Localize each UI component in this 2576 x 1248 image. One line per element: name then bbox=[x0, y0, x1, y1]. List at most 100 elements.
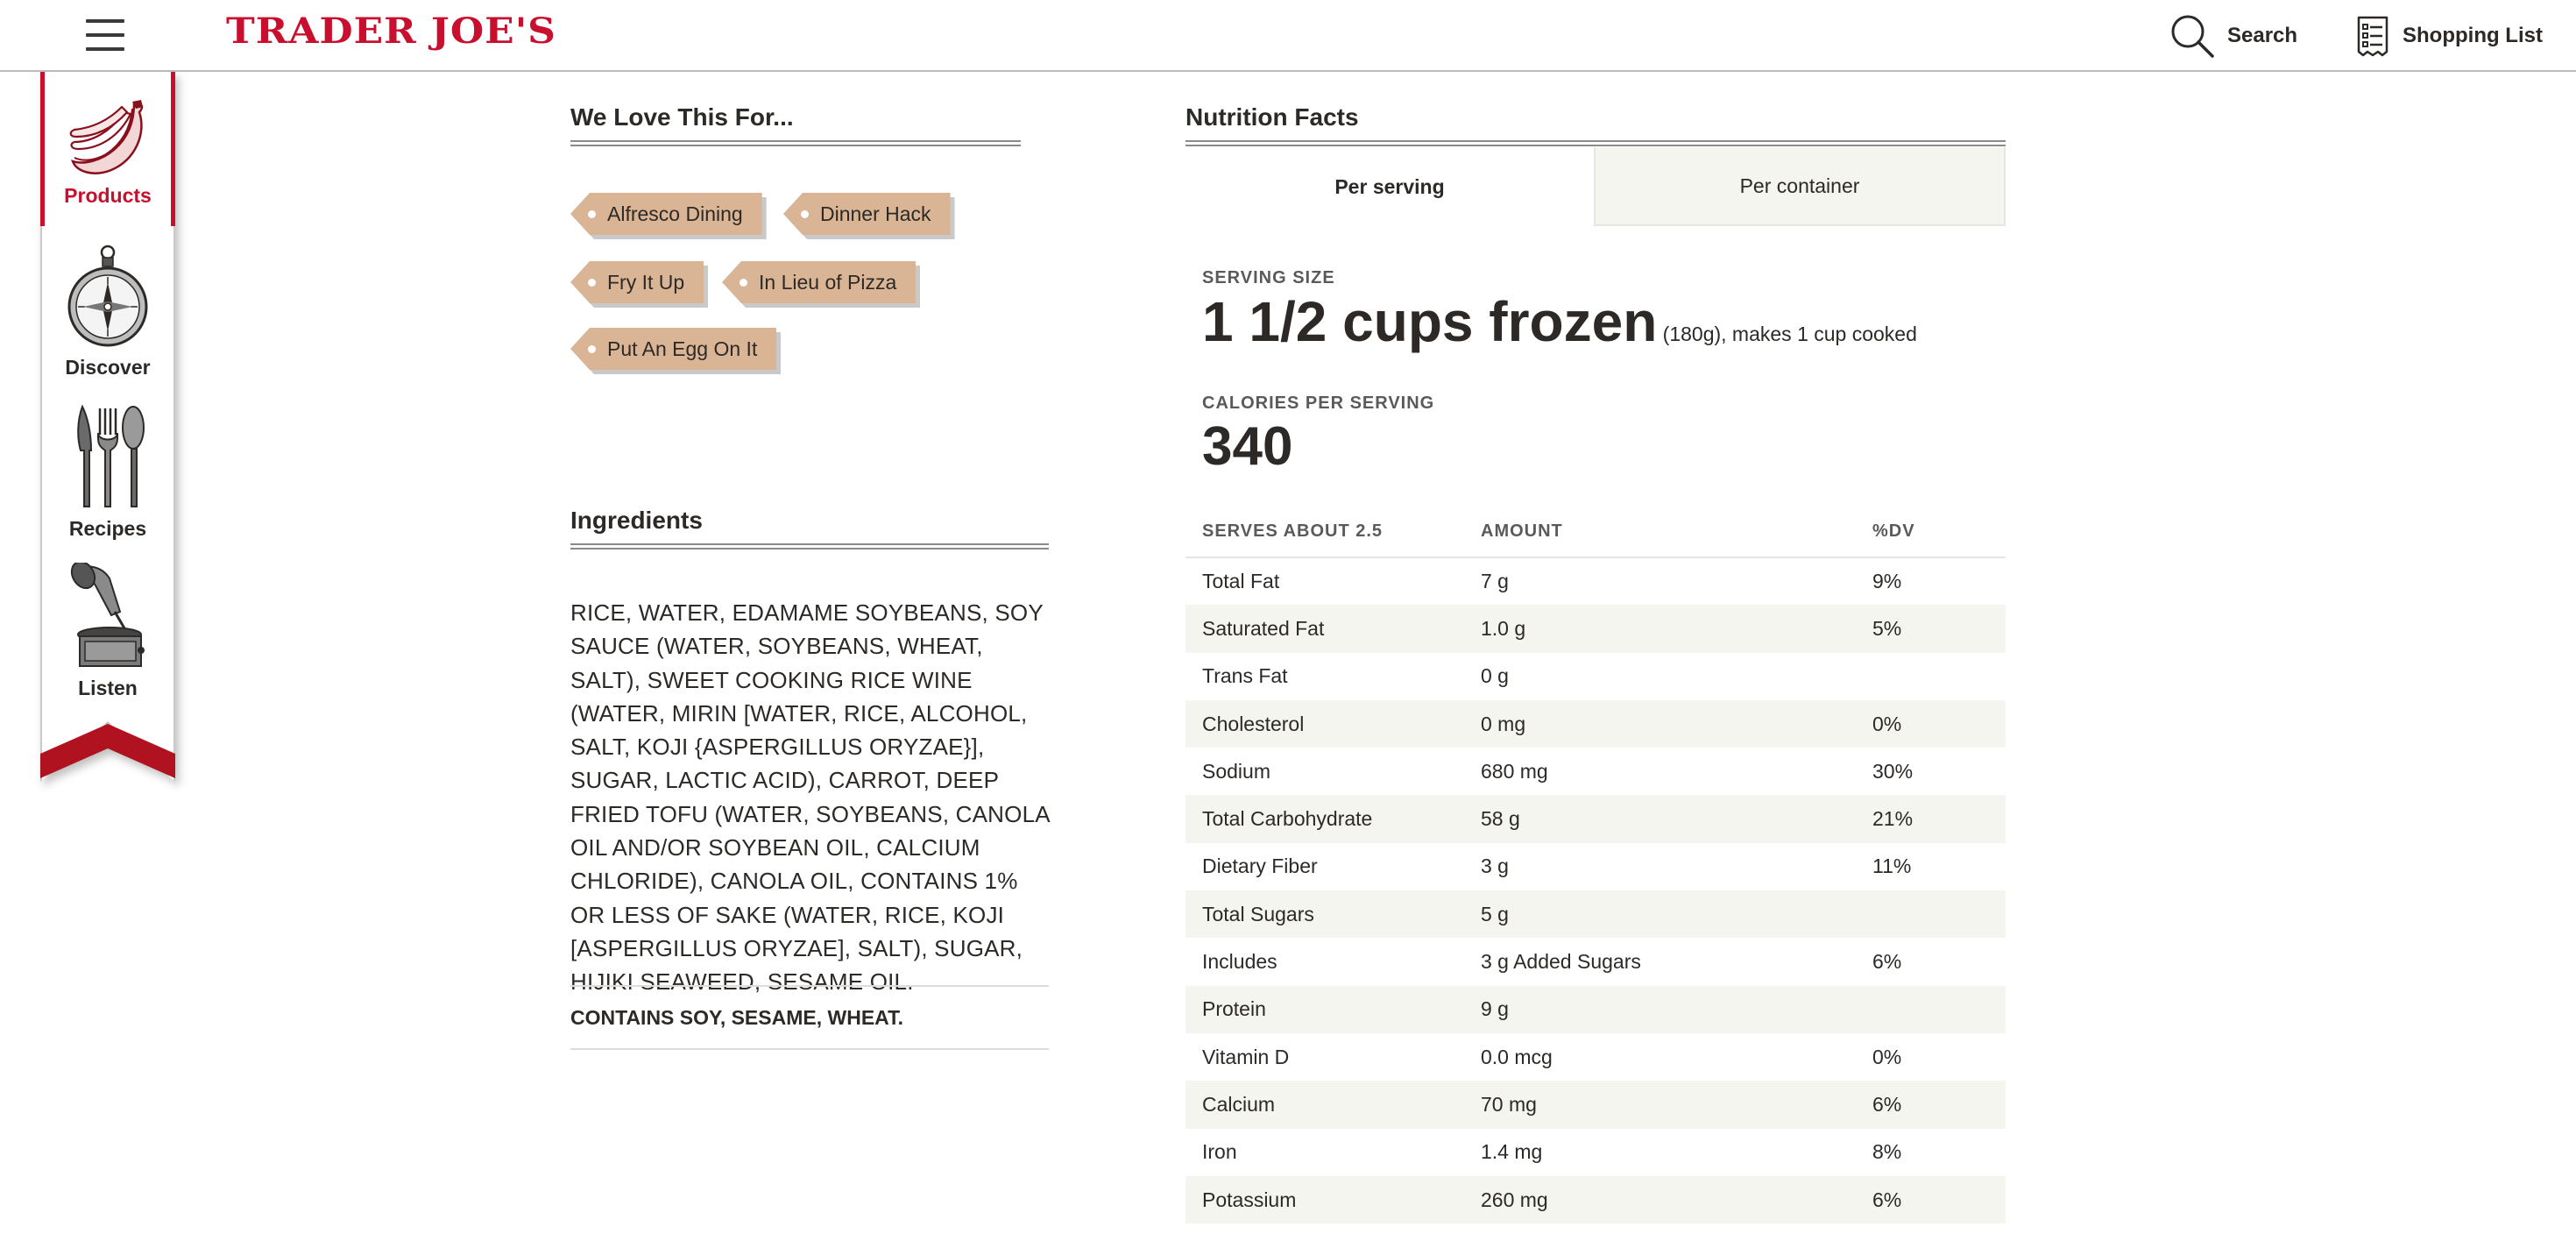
nutrient-amount: 3 g Added Sugars bbox=[1481, 950, 1641, 974]
nutrient-dv: 11% bbox=[1872, 854, 1912, 878]
nutrient-amount: 260 mg bbox=[1481, 1175, 1872, 1224]
serving-size: 1 1/2 cups frozen (180g), makes 1 cup co… bbox=[1202, 289, 1917, 354]
table-row: Includes 3 g Added Sugars 6% bbox=[1185, 938, 2006, 985]
nutrient-amount: 0 g bbox=[1481, 664, 1509, 688]
table-row: Total Sugars 5 g bbox=[1185, 890, 2006, 939]
menu-icon[interactable] bbox=[86, 19, 126, 51]
gramophone-icon bbox=[70, 563, 145, 667]
nav-label-products: Products bbox=[64, 184, 152, 207]
shopping-list-button[interactable]: Shopping List bbox=[2355, 12, 2543, 60]
nutrient-dv bbox=[1872, 890, 2006, 939]
compass-icon bbox=[67, 245, 148, 347]
nav-item-listen[interactable]: Listen bbox=[40, 563, 175, 712]
nutrition-table-header: SERVES ABOUT 2.5 AMOUNT %DV bbox=[1185, 507, 2006, 558]
tag-label: Alfresco Dining bbox=[607, 202, 743, 225]
table-row: Trans Fat 0 g bbox=[1185, 653, 2006, 700]
nutrient-amount: 0 mg bbox=[1481, 699, 1872, 748]
table-row: Vitamin D 0.0 mcg 0% bbox=[1185, 1033, 2006, 1081]
ingredients-text: RICE, WATER, EDAMAME SOYBEANS, SOY SAUCE… bbox=[570, 599, 1050, 996]
nutrient-name: Sodium bbox=[1202, 759, 1270, 783]
serving-size-value: 1 1/2 cups frozen bbox=[1202, 290, 1658, 353]
tab-per-container[interactable]: Per container bbox=[1594, 147, 2006, 226]
serving-size-detail: (180g), makes 1 cup cooked bbox=[1657, 323, 1917, 345]
column-header-amount: AMOUNT bbox=[1481, 507, 1872, 558]
column-header-serves: SERVES ABOUT 2.5 bbox=[1185, 507, 1481, 558]
heading-divider bbox=[1185, 140, 2006, 146]
nutrient-name: Protein bbox=[1185, 985, 1481, 1033]
column-header-dv: %DV bbox=[1872, 507, 2006, 558]
nutrient-dv: 6% bbox=[1872, 1081, 2006, 1129]
nutrient-dv: 9% bbox=[1872, 570, 1902, 593]
heading-divider bbox=[570, 543, 1049, 550]
tag-hole bbox=[740, 279, 747, 287]
nutrient-name: Dietary Fiber bbox=[1202, 854, 1318, 878]
nutrient-amount: 3 g bbox=[1481, 854, 1509, 878]
search-label: Search bbox=[2227, 24, 2298, 47]
nutrient-amount: 1.4 mg bbox=[1481, 1140, 1543, 1164]
nutrient-dv: 6% bbox=[1872, 950, 1902, 974]
tag-put-an-egg-on-it[interactable]: Put An Egg On It bbox=[570, 328, 777, 370]
nutrient-amount: 0.0 mcg bbox=[1481, 1045, 1553, 1068]
nav-item-discover[interactable]: Discover bbox=[40, 244, 175, 393]
nutrient-amount: 1.0 g bbox=[1481, 605, 1872, 653]
heading-divider bbox=[570, 140, 1021, 146]
table-row: Iron 1.4 mg 8% bbox=[1185, 1129, 2006, 1176]
tag-fry-it-up[interactable]: Fry It Up bbox=[570, 261, 704, 303]
table-row: Dietary Fiber 3 g 11% bbox=[1185, 843, 2006, 890]
nav-item-products[interactable]: Products bbox=[40, 72, 175, 226]
utensils-icon bbox=[77, 404, 145, 507]
tag-hole bbox=[588, 279, 596, 287]
nutrient-name: Total Sugars bbox=[1185, 890, 1481, 939]
tag-alfresco-dining[interactable]: Alfresco Dining bbox=[570, 193, 762, 235]
nutrient-dv bbox=[1872, 653, 2006, 700]
nutrient-amount: 58 g bbox=[1481, 795, 1872, 843]
nutrient-name: Potassium bbox=[1185, 1175, 1481, 1224]
search-icon bbox=[2171, 15, 2214, 58]
nutrient-amount: 70 mg bbox=[1481, 1081, 1872, 1129]
tag-hole bbox=[588, 210, 596, 218]
nutrient-dv: 5% bbox=[1872, 605, 2006, 653]
nutrient-dv: 8% bbox=[1872, 1140, 1902, 1164]
tab-per-serving[interactable]: Per serving bbox=[1185, 147, 1594, 226]
site-header: TRADER JOE'S Search Shopping List bbox=[0, 0, 2576, 72]
tag-in-lieu-of-pizza[interactable]: In Lieu of Pizza bbox=[722, 261, 916, 303]
tag-label: In Lieu of Pizza bbox=[759, 270, 897, 294]
nav-label-discover: Discover bbox=[65, 356, 151, 379]
tag-label: Dinner Hack bbox=[820, 202, 931, 225]
nutrient-name: Calcium bbox=[1185, 1081, 1481, 1129]
nav-item-recipes[interactable]: Recipes bbox=[40, 403, 175, 552]
tag-label: Fry It Up bbox=[607, 270, 685, 294]
nutrient-name: Vitamin D bbox=[1202, 1045, 1290, 1068]
ribbon-chevron bbox=[40, 724, 175, 778]
table-row: Protein 9 g bbox=[1185, 985, 2006, 1033]
nav-label-recipes: Recipes bbox=[68, 517, 147, 540]
tag-hole bbox=[588, 345, 596, 353]
nutrient-amount: 5 g bbox=[1481, 890, 1872, 939]
table-row: Cholesterol 0 mg 0% bbox=[1185, 699, 2006, 748]
nutrient-dv bbox=[1872, 985, 2006, 1033]
tag-dinner-hack[interactable]: Dinner Hack bbox=[783, 193, 951, 235]
nutrient-name: Includes bbox=[1202, 950, 1277, 974]
table-row: Saturated Fat 1.0 g 5% bbox=[1185, 605, 2006, 653]
shopping-list-icon bbox=[2357, 16, 2388, 57]
nutrient-name: Cholesterol bbox=[1185, 699, 1481, 748]
nutrient-dv: 0% bbox=[1872, 699, 2006, 748]
tag-label: Put An Egg On It bbox=[607, 337, 758, 360]
we-love-this-for-heading: We Love This For... bbox=[570, 103, 794, 131]
nutrient-amount: 680 mg bbox=[1481, 759, 1548, 783]
nutrient-dv: 21% bbox=[1872, 795, 2006, 843]
nutrition-table: SERVES ABOUT 2.5 AMOUNT %DV Total Fat 7 g… bbox=[1185, 507, 2006, 1224]
nutrient-dv: 0% bbox=[1872, 1045, 1902, 1068]
trader-joes-logo[interactable]: TRADER JOE'S bbox=[226, 9, 556, 54]
nutrient-name: Trans Fat bbox=[1202, 664, 1288, 688]
table-row: Potassium 260 mg 6% bbox=[1185, 1175, 2006, 1224]
side-navigation: Products Discover Recipes Listen bbox=[40, 72, 175, 782]
nutrient-dv: 30% bbox=[1872, 759, 1914, 783]
table-row: Total Carbohydrate 58 g 21% bbox=[1185, 795, 2006, 843]
nutrient-name: Saturated Fat bbox=[1185, 605, 1481, 653]
bananas-icon bbox=[69, 100, 144, 174]
nutrition-facts-heading: Nutrition Facts bbox=[1185, 103, 1359, 131]
serving-size-label: SERVING SIZE bbox=[1202, 268, 1335, 287]
calories-value: 340 bbox=[1202, 416, 1293, 477]
search-button[interactable]: Search bbox=[2169, 12, 2297, 60]
